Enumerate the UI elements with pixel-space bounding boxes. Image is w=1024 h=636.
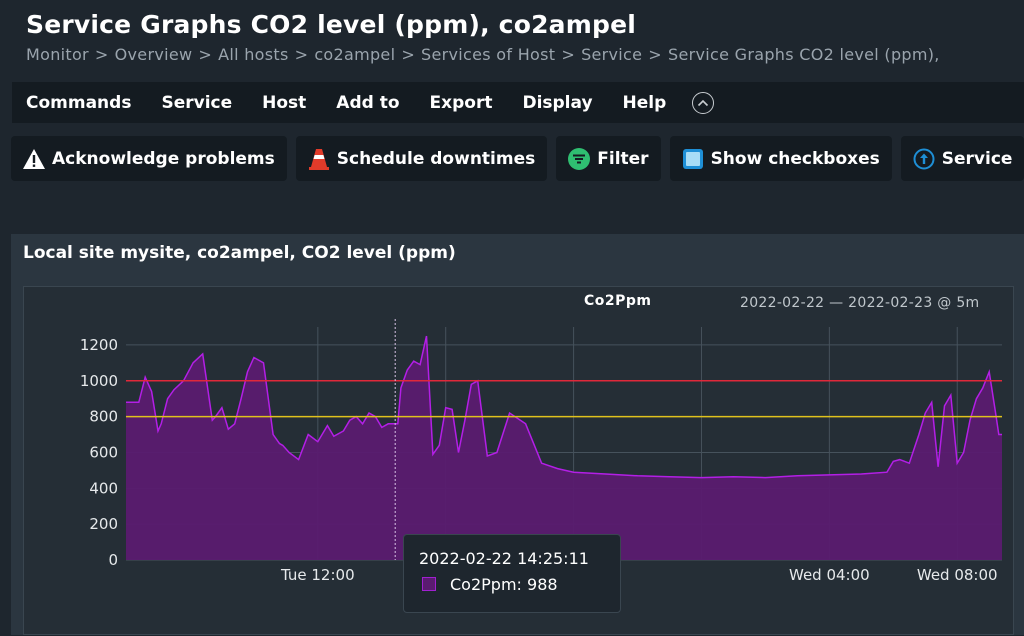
- breadcrumb-item-overview[interactable]: Overview: [115, 45, 193, 64]
- tooltip-value: Co2Ppm: 988: [450, 575, 558, 594]
- breadcrumb-item-host[interactable]: co2ampel: [314, 45, 395, 64]
- x-tick-label: Wed 04:00: [789, 566, 870, 584]
- filter-button[interactable]: Filter: [556, 136, 661, 181]
- y-tick-label: 1200: [80, 336, 118, 354]
- tooltip-series-name: Co2Ppm: [450, 575, 517, 594]
- show-checkboxes-label: Show checkboxes: [710, 148, 880, 169]
- y-tick-label: 400: [89, 479, 118, 497]
- graph-tooltip: 2022-02-22 14:25:11 Co2Ppm: 988: [403, 534, 621, 613]
- breadcrumb-separator: >: [561, 45, 576, 64]
- schedule-downtimes-button[interactable]: Schedule downtimes: [295, 136, 548, 181]
- toolbar: Acknowledge problems Schedule downtimes …: [11, 136, 1024, 181]
- panel-title: Local site mysite, co2ampel, CO2 level (…: [23, 243, 456, 263]
- breadcrumb-item-all-hosts[interactable]: All hosts: [218, 45, 289, 64]
- acknowledge-problems-label: Acknowledge problems: [52, 148, 275, 169]
- graph-time-range[interactable]: 2022-02-22 — 2022-02-23 @ 5m: [740, 295, 979, 311]
- x-tick-label: Tue 12:00: [280, 566, 355, 584]
- tooltip-series-value: 988: [527, 575, 558, 594]
- menu-help[interactable]: Help: [623, 93, 667, 113]
- filter-label: Filter: [597, 148, 649, 169]
- menu-service[interactable]: Service: [161, 93, 232, 113]
- service-button[interactable]: Service: [900, 136, 1024, 181]
- menu-add-to[interactable]: Add to: [336, 93, 399, 113]
- x-tick-label: Wed 08:00: [917, 566, 998, 584]
- menu-export[interactable]: Export: [430, 93, 493, 113]
- schedule-downtimes-label: Schedule downtimes: [336, 148, 536, 169]
- menubar: Commands Service Host Add to Export Disp…: [12, 82, 1024, 123]
- breadcrumb-item-service-graphs: Service Graphs CO2 level (ppm),: [668, 45, 940, 64]
- warning-triangle-icon: [22, 147, 46, 171]
- breadcrumb-separator: >: [294, 45, 309, 64]
- menu-commands[interactable]: Commands: [26, 93, 131, 113]
- breadcrumb-item-service[interactable]: Service: [581, 45, 642, 64]
- arrow-up-circle-icon: [912, 147, 936, 171]
- traffic-cone-icon: [307, 147, 331, 171]
- checkbox-icon: [681, 147, 705, 171]
- y-tick-label: 600: [89, 443, 118, 461]
- y-tick-label: 0: [108, 551, 118, 569]
- page-title: Service Graphs CO2 level (ppm), co2ampel: [26, 10, 637, 39]
- menu-display[interactable]: Display: [522, 93, 592, 113]
- chevron-up-circle-icon[interactable]: [692, 91, 715, 114]
- breadcrumb: Monitor > Overview > All hosts > co2ampel > Serv…: [26, 45, 940, 64]
- y-tick-label: 1000: [80, 372, 118, 390]
- service-label: Service: [941, 148, 1013, 169]
- filter-icon: [567, 147, 591, 171]
- tooltip-time: 2022-02-22 14:25:11: [419, 549, 589, 568]
- breadcrumb-item-services-of-host[interactable]: Services of Host: [421, 45, 555, 64]
- breadcrumb-item-monitor[interactable]: Monitor: [26, 45, 89, 64]
- breadcrumb-separator: >: [401, 45, 416, 64]
- menu-host[interactable]: Host: [262, 93, 306, 113]
- y-tick-label: 200: [89, 515, 118, 533]
- acknowledge-problems-button[interactable]: Acknowledge problems: [11, 136, 287, 181]
- tooltip-colon: :: [516, 575, 522, 594]
- breadcrumb-separator: >: [94, 45, 109, 64]
- breadcrumb-separator: >: [648, 45, 663, 64]
- graph-title: Co2Ppm: [584, 293, 652, 309]
- breadcrumb-separator: >: [198, 45, 213, 64]
- y-tick-label: 800: [89, 408, 118, 426]
- show-checkboxes-button[interactable]: Show checkboxes: [669, 136, 892, 181]
- tooltip-series-swatch: [422, 577, 436, 591]
